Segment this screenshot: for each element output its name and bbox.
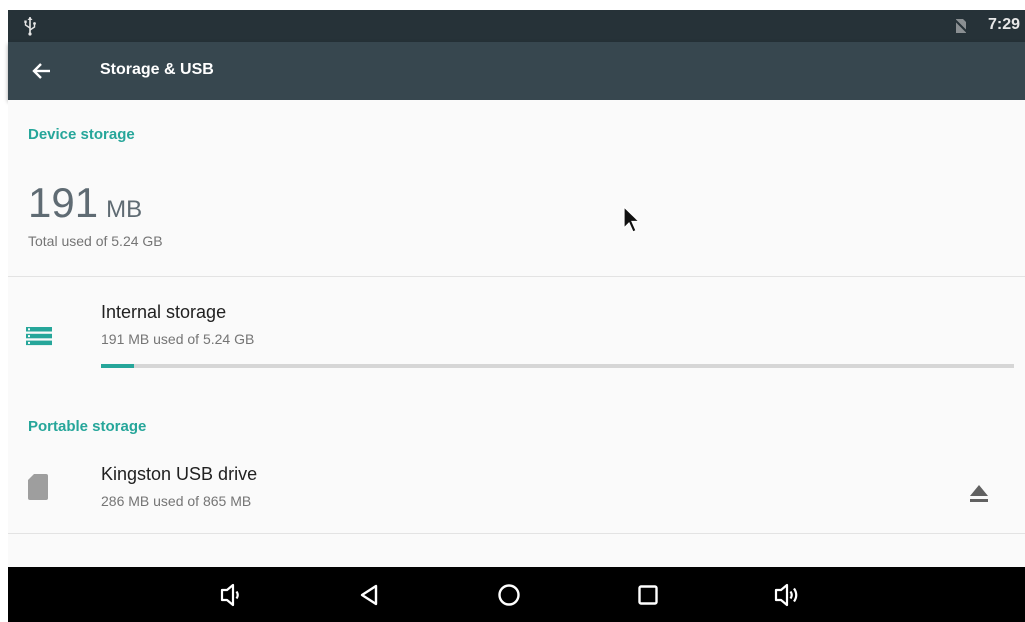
recents-icon[interactable] bbox=[634, 581, 662, 609]
clock: 7:29 bbox=[988, 16, 1021, 33]
storage-total-caption: Total used of 5.24 GB bbox=[28, 233, 163, 249]
portable-storage-header: Portable storage bbox=[28, 418, 147, 435]
storage-icon bbox=[26, 327, 52, 346]
usb-drive-summary: 286 MB used of 865 MB bbox=[101, 493, 252, 509]
settings-content: Device storage 191 MB Total used of 5.24 … bbox=[8, 100, 1025, 567]
page-title: Storage & USB bbox=[100, 61, 214, 78]
internal-storage-item[interactable]: Internal storage 191 MB used of 5.24 GB bbox=[8, 277, 1025, 392]
storage-used-summary: 191 MB bbox=[28, 179, 142, 227]
usb-drive-item[interactable]: Kingston USB drive 286 MB used of 865 MB bbox=[8, 450, 1025, 532]
device-storage-header: Device storage bbox=[28, 126, 135, 143]
eject-icon[interactable] bbox=[964, 479, 994, 509]
mouse-cursor-icon bbox=[623, 206, 641, 233]
usb-icon bbox=[24, 17, 36, 36]
internal-storage-progress bbox=[101, 364, 1014, 368]
divider bbox=[8, 533, 1025, 534]
internal-storage-progress-fill bbox=[101, 364, 134, 368]
internal-storage-summary: 191 MB used of 5.24 GB bbox=[101, 331, 255, 347]
navigation-bar bbox=[8, 567, 1025, 622]
back-icon[interactable] bbox=[356, 581, 384, 609]
volume-up-icon[interactable] bbox=[773, 581, 801, 609]
volume-down-icon[interactable] bbox=[217, 581, 245, 609]
usb-drive-title: Kingston USB drive bbox=[101, 464, 258, 484]
storage-used-value: 191 bbox=[28, 179, 99, 226]
app-bar: Storage & USB bbox=[8, 42, 1025, 100]
status-bar: 7:29 bbox=[8, 10, 1025, 42]
internal-storage-title: Internal storage bbox=[101, 302, 227, 322]
screen: 7:29 Storage & USB Device storage 191 MB … bbox=[0, 0, 1025, 622]
no-sim-icon bbox=[953, 18, 969, 34]
arrow-back-icon[interactable] bbox=[28, 57, 56, 85]
storage-used-unit: MB bbox=[106, 196, 143, 223]
home-icon[interactable] bbox=[495, 581, 523, 609]
sd-card-icon bbox=[28, 474, 48, 500]
